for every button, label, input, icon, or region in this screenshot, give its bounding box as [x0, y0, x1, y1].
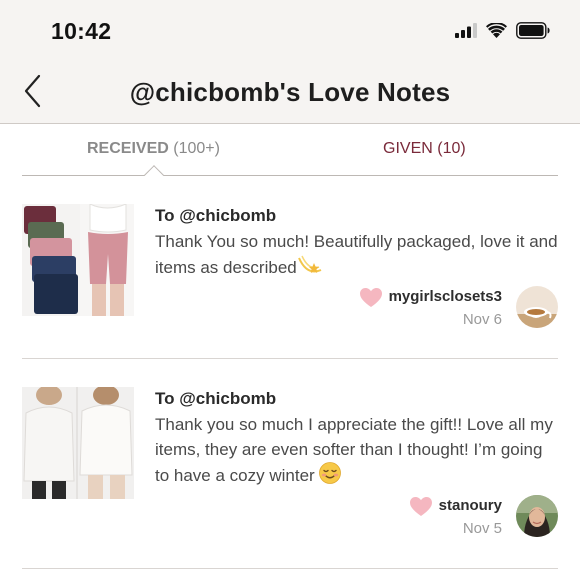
tabs: RECEIVED (100+) GIVEN (10) — [22, 124, 558, 185]
tab-received-label: RECEIVED — [87, 140, 169, 157]
listing-thumbnail[interactable] — [22, 387, 134, 499]
note-message-text: Thank You so much! Beautifully packaged,… — [155, 232, 558, 277]
note-message: Thank you so much I appreciate the gift!… — [155, 412, 558, 491]
leggings-photo — [22, 204, 134, 316]
note-recipient: To @chicbomb — [155, 206, 277, 225]
love-note: To @chicbomb Thank you so much I appreci… — [22, 387, 558, 569]
nav-bar: @chicbomb's Love Notes — [0, 62, 580, 124]
note-body: To @chicbomb Thank You so much! Beautifu… — [155, 205, 558, 283]
avatar-image — [516, 495, 558, 537]
signal-icon — [455, 23, 477, 38]
tab-received-count: (100+) — [173, 140, 220, 157]
love-note: To @chicbomb Thank You so much! Beautifu… — [22, 204, 558, 359]
heart-icon — [360, 288, 382, 307]
note-recipient: To @chicbomb — [155, 389, 277, 408]
note-date: Nov 6 — [462, 311, 502, 328]
avatar-image — [516, 286, 558, 328]
tab-received[interactable]: RECEIVED (100+) — [87, 140, 220, 158]
note-body: To @chicbomb Thank you so much I appreci… — [155, 388, 558, 491]
tab-given[interactable]: GIVEN (10) — [383, 140, 466, 158]
avatar[interactable] — [516, 495, 558, 537]
status-time: 10:42 — [51, 18, 112, 44]
note-message: Thank You so much! Beautifully packaged,… — [155, 229, 558, 283]
note-date: Nov 5 — [462, 520, 502, 537]
page-title: @chicbomb's Love Notes — [129, 77, 451, 107]
note-message-text: Thank you so much I appreciate the gift!… — [155, 415, 553, 485]
wifi-icon — [486, 23, 507, 38]
smiling-face-emoji-icon — [319, 462, 342, 491]
status-bar: 10:42 — [0, 0, 580, 62]
battery-icon — [516, 22, 550, 39]
heart-icon — [410, 497, 432, 516]
sender-username[interactable]: stanoury — [439, 497, 502, 514]
sender-username[interactable]: mygirlsclosets3 — [389, 288, 502, 305]
sweaters-photo — [22, 387, 134, 499]
avatar[interactable] — [516, 286, 558, 328]
status-icons — [455, 22, 550, 39]
active-tab-indicator — [144, 165, 164, 185]
dizzy-star-emoji-icon — [297, 254, 323, 283]
listing-thumbnail[interactable] — [22, 204, 134, 316]
